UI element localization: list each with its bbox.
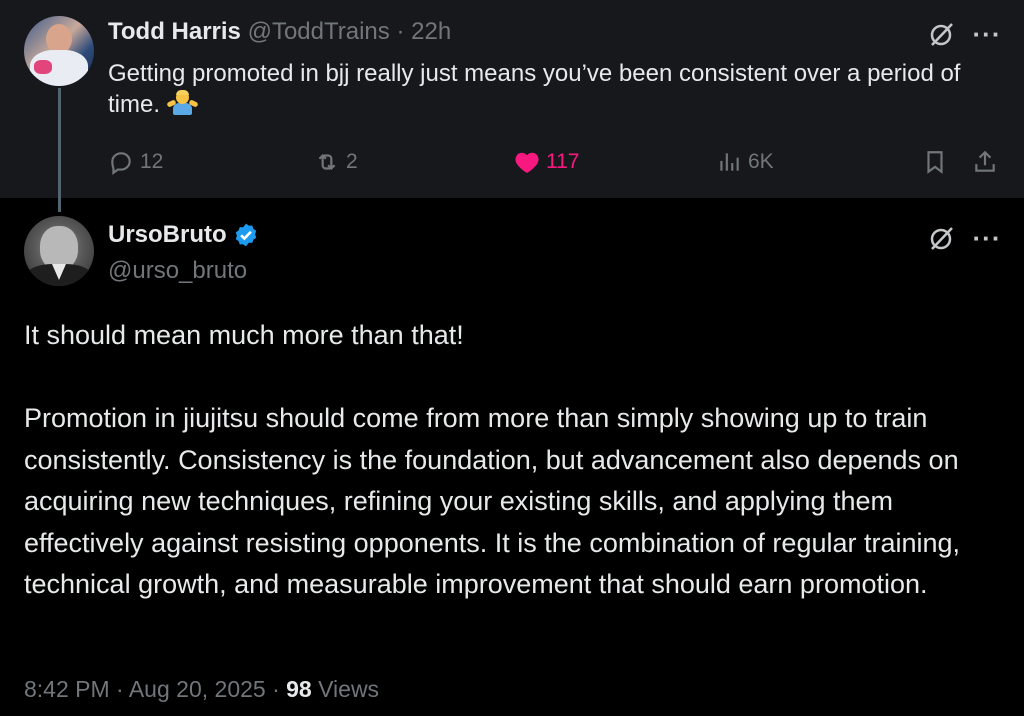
tweet-paragraph: Promotion in jiujitsu should come from m… (24, 403, 961, 599)
views-button[interactable]: 6K (716, 146, 774, 178)
person-shrugging-emoji (166, 90, 199, 116)
reply-count: 12 (140, 150, 164, 173)
avatar[interactable] (24, 216, 94, 286)
views-icon (720, 153, 739, 171)
author-handle[interactable]: @urso_bruto (108, 256, 247, 286)
avatar[interactable] (24, 16, 94, 86)
bookmark-icon (927, 151, 943, 174)
views-label: Views (318, 676, 380, 702)
bookmark-button[interactable] (922, 146, 948, 178)
share-icon (975, 150, 995, 172)
repost-button[interactable]: 2 (314, 146, 358, 178)
heart-icon (515, 152, 539, 174)
reply-button[interactable]: 12 (108, 146, 163, 178)
thread-connector (58, 88, 61, 212)
more-icon[interactable]: ··· (970, 225, 1004, 251)
views-count: 98 (286, 676, 312, 702)
tweet-date[interactable]: Aug 20, 2025 (129, 676, 266, 702)
tweet-header: Todd Harris @ToddTrains · 22h (108, 17, 451, 47)
repost-icon (318, 153, 336, 171)
tweet-text: It should mean much more than that! Prom… (24, 315, 1004, 606)
avatar-detail (34, 60, 52, 74)
repost-count: 2 (346, 150, 358, 173)
tweet-paragraph: It should mean much more than that! (24, 320, 464, 350)
separator: · (396, 18, 405, 45)
reply-icon (111, 152, 131, 175)
author-name-row: UrsoBruto (108, 220, 259, 250)
tweet-text: Getting promoted in bjj really just mean… (108, 58, 968, 120)
views-count: 6K (748, 150, 774, 173)
grok-icon[interactable] (926, 18, 958, 50)
like-button[interactable]: 117 (514, 146, 579, 178)
tweet-text-content: Getting promoted in bjj really just mean… (108, 60, 961, 118)
verified-badge-icon[interactable] (233, 222, 259, 248)
grok-icon[interactable] (926, 222, 958, 254)
like-count: 117 (546, 150, 580, 173)
timestamp[interactable]: 22h (411, 18, 451, 45)
tweet-actions: 12 2 117 6K (0, 140, 1024, 184)
separator: · (272, 676, 280, 702)
author-handle[interactable]: @ToddTrains (248, 18, 390, 45)
parent-tweet[interactable]: Todd Harris @ToddTrains · 22h ··· Gettin… (0, 0, 1024, 198)
tweet-meta: 8:42 PM · Aug 20, 2025 · 98 Views (24, 673, 379, 705)
more-icon[interactable]: ··· (970, 21, 1004, 47)
author-name[interactable]: UrsoBruto (108, 220, 227, 250)
separator: · (116, 676, 124, 702)
author-name[interactable]: Todd Harris (108, 18, 241, 45)
share-button[interactable] (972, 146, 998, 178)
tweet-time[interactable]: 8:42 PM (24, 676, 110, 702)
